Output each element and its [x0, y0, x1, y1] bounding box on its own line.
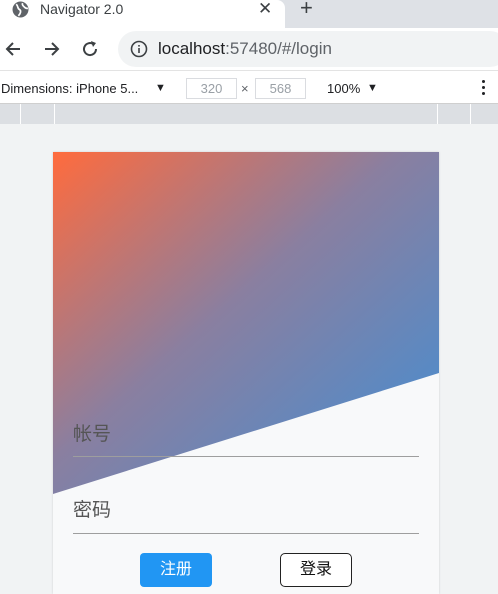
forward-arrow-icon[interactable]: [42, 39, 62, 59]
height-input[interactable]: 568: [255, 78, 306, 99]
close-icon[interactable]: ✕: [258, 0, 272, 17]
tab-title: Navigator 2.0: [40, 1, 124, 17]
url-host: localhost: [158, 39, 226, 58]
ruler-tick: [54, 104, 55, 124]
globe-icon: [12, 1, 29, 18]
info-icon[interactable]: [130, 40, 148, 58]
account-placeholder: 帐号: [73, 424, 112, 445]
dimension-separator: ×: [241, 81, 249, 96]
url-path: :57480/#/login: [225, 39, 332, 58]
reload-icon[interactable]: [80, 39, 100, 59]
tab-strip: Navigator 2.0 ✕ +: [0, 0, 498, 28]
caret-down-icon[interactable]: ▼: [367, 82, 378, 94]
account-underline: [73, 456, 419, 457]
password-underline: [73, 533, 419, 534]
login-page: 帐号 密码 注册 登录: [53, 152, 439, 594]
ruler-tick: [437, 104, 438, 124]
ruler-tick: [470, 104, 471, 124]
register-button[interactable]: 注册: [140, 553, 212, 587]
password-placeholder: 密码: [73, 500, 112, 521]
back-arrow-icon[interactable]: [3, 39, 23, 59]
width-input[interactable]: 320: [186, 78, 237, 99]
caret-down-icon[interactable]: ▼: [155, 82, 166, 94]
ruler-tick: [20, 104, 21, 124]
device-dimensions-select[interactable]: Dimensions: iPhone 5...: [1, 81, 138, 96]
device-toolbar: Dimensions: iPhone 5... ▼ 320 × 568 100%…: [0, 70, 498, 104]
browser-toolbar: localhost:57480/#/login: [0, 28, 498, 70]
plus-icon[interactable]: +: [300, 0, 313, 19]
address-bar[interactable]: localhost:57480/#/login: [118, 31, 498, 67]
password-field[interactable]: 密码: [73, 492, 419, 536]
browser-tab[interactable]: Navigator 2.0 ✕: [0, 0, 285, 28]
zoom-select[interactable]: 100%: [327, 81, 360, 96]
device-viewport: 帐号 密码 注册 登录: [0, 124, 498, 594]
account-field[interactable]: 帐号: [73, 414, 419, 458]
kebab-menu-icon[interactable]: [478, 79, 488, 97]
media-query-ruler: [0, 104, 498, 124]
login-button[interactable]: 登录: [280, 553, 352, 587]
url-text[interactable]: localhost:57480/#/login: [158, 39, 332, 59]
